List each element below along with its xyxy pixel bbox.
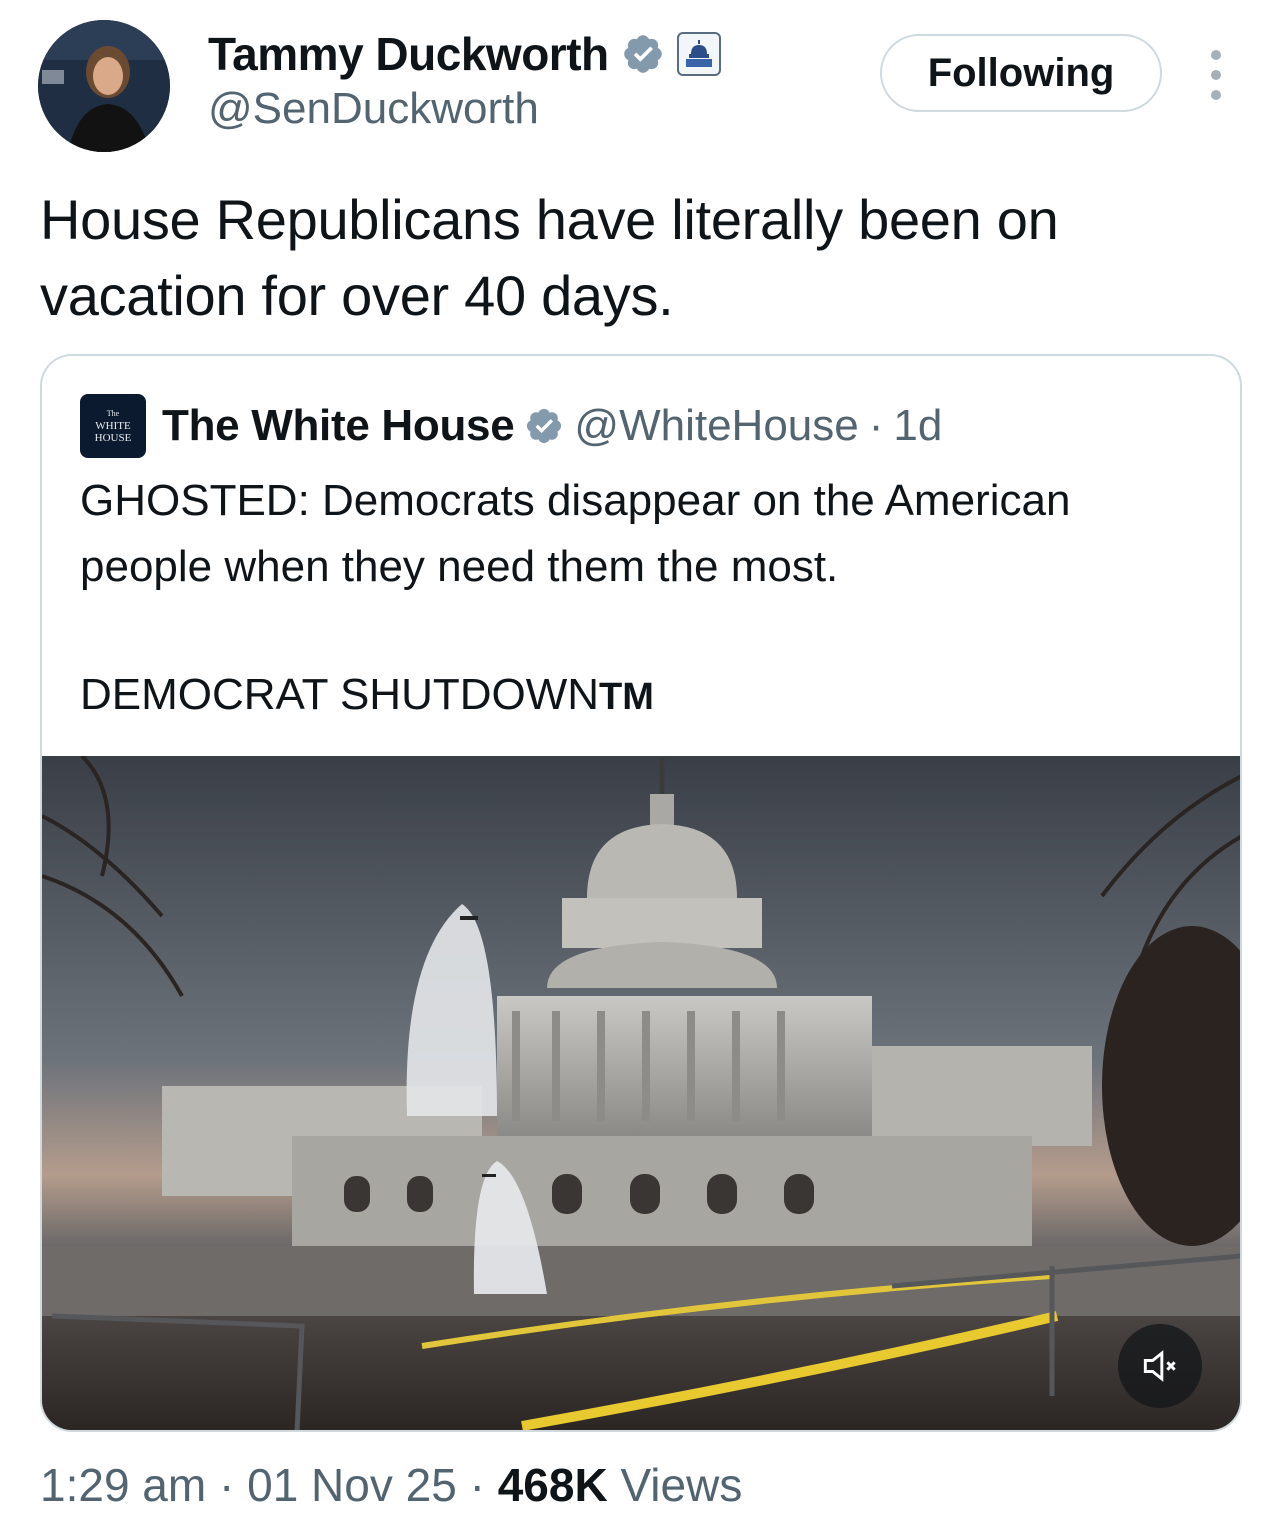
following-button[interactable]: Following (880, 34, 1162, 112)
capitol-government-icon (676, 32, 721, 76)
video-capitol-ghosts-thumbnail[interactable] (42, 756, 1240, 1430)
quoted-text-tagline: DEMOCRAT SHUTDOWNTM (80, 662, 1210, 730)
logo-text-line-1: The (106, 409, 120, 418)
verified-badge-icon (623, 35, 662, 73)
tagline-text: DEMOCRAT SHUTDOWN (80, 670, 600, 719)
quoted-author-handle[interactable]: @WhiteHouse (574, 401, 858, 451)
quoted-author-name[interactable]: The White House (162, 401, 515, 451)
author-name[interactable]: Tammy Duckworth (208, 27, 609, 81)
logo-text-line-2: WHITE (95, 420, 131, 432)
tweet-text: House Republicans have literally been on… (40, 188, 1059, 327)
separator-dot: · (469, 1459, 485, 1511)
trademark-symbol: TM (599, 676, 654, 718)
quoted-header: The WHITE HOUSE The White House @WhiteHo… (80, 394, 942, 458)
avatar[interactable] (38, 20, 170, 152)
white-house-logo: The WHITE HOUSE (80, 394, 146, 458)
quoted-tweet[interactable]: The WHITE HOUSE The White House @WhiteHo… (40, 354, 1242, 1432)
avatar-photo (38, 20, 170, 152)
tweet-header: Tammy Duckworth @SenDuckworth Following (0, 0, 1280, 170)
logo-text-line-3: HOUSE (94, 432, 132, 444)
tweet-time[interactable]: 1:29 am (40, 1459, 206, 1511)
quoted-age[interactable]: 1d (893, 401, 942, 451)
video-frame (42, 756, 1240, 1430)
views-label: Views (620, 1459, 743, 1511)
views-count: 468K (497, 1459, 608, 1511)
author-name-row: Tammy Duckworth (208, 26, 721, 82)
quoted-text: GHOSTED: Democrats disappear on the Amer… (80, 476, 1071, 591)
separator-dot: · (868, 401, 884, 450)
more-vertical-icon[interactable] (1196, 50, 1236, 100)
author-handle[interactable]: @SenDuckworth (208, 84, 539, 134)
volume-muted-icon[interactable] (1118, 1324, 1202, 1408)
verified-badge-icon (527, 408, 562, 444)
separator-dot: · (219, 1459, 235, 1511)
tweet-meta: 1:29 am · 01 Nov 25 · 468K Views (40, 1458, 742, 1512)
tweet-date[interactable]: 01 Nov 25 (247, 1459, 457, 1511)
